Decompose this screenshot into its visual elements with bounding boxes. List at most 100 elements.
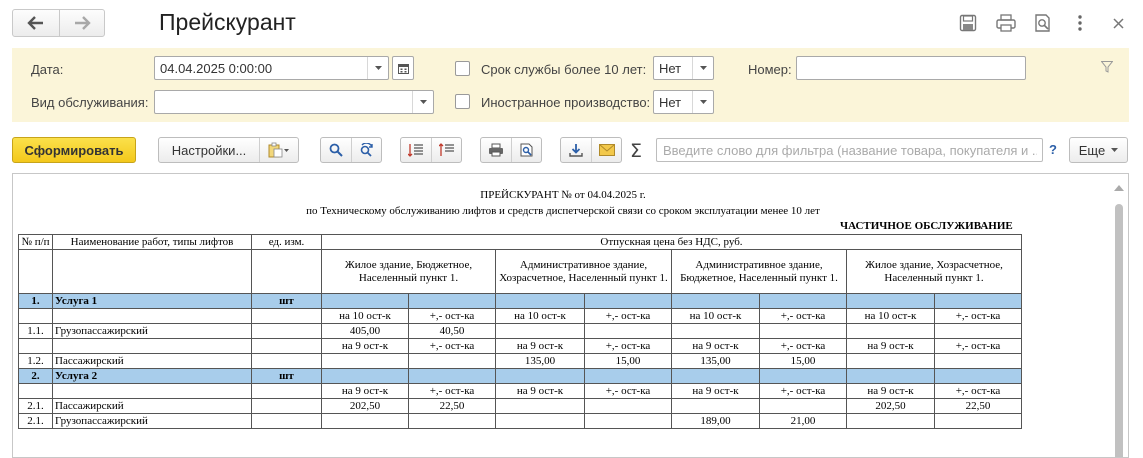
date-field[interactable]: 04.04.2025 0:00:00 bbox=[154, 56, 389, 80]
save-button[interactable] bbox=[956, 11, 980, 35]
filter-button[interactable] bbox=[1100, 61, 1114, 76]
preview-report-button[interactable] bbox=[511, 138, 541, 162]
save-icon bbox=[959, 14, 977, 32]
number-field[interactable] bbox=[796, 56, 1026, 80]
vertical-scrollbar[interactable] bbox=[1110, 174, 1128, 457]
find-next-button[interactable] bbox=[351, 138, 381, 162]
table-cell: на 10 ост-к bbox=[321, 308, 409, 324]
report-search-input[interactable]: Введите слово для фильтра (название това… bbox=[656, 138, 1043, 162]
table-cell: 202,50 bbox=[846, 398, 935, 414]
foreign-production-dropdown-button[interactable] bbox=[692, 91, 713, 113]
category-header: Административное здание, Хозрасчетное, Н… bbox=[495, 249, 672, 294]
generate-button[interactable]: Сформировать bbox=[12, 137, 136, 163]
header-name: Наименование работ, типы лифтов bbox=[52, 234, 252, 250]
service-life-select[interactable]: Нет bbox=[653, 56, 714, 80]
service-type-field[interactable] bbox=[154, 90, 434, 114]
table-cell bbox=[846, 353, 935, 369]
table-cell bbox=[671, 398, 760, 414]
vertical-dots-icon bbox=[1078, 15, 1082, 31]
table-cell bbox=[251, 338, 322, 354]
table-cell: +,- ост-ка bbox=[408, 383, 496, 399]
service-life-dropdown-button[interactable] bbox=[692, 57, 713, 79]
table-cell bbox=[251, 308, 322, 324]
table-cell: +,- ост-ка bbox=[584, 338, 672, 354]
table-cell: 1.2. bbox=[18, 353, 53, 369]
table-cell: 405,00 bbox=[321, 323, 409, 339]
search-group bbox=[320, 137, 382, 163]
expand-groups-button[interactable] bbox=[401, 138, 431, 162]
help-button[interactable]: ? bbox=[1049, 142, 1057, 157]
table-cell bbox=[584, 368, 672, 384]
close-button[interactable] bbox=[1106, 11, 1130, 35]
table-cell bbox=[584, 413, 672, 429]
settings-button[interactable]: Настройки... bbox=[159, 138, 259, 162]
more-label: Еще bbox=[1078, 142, 1106, 158]
table-cell: 22,50 bbox=[934, 398, 1022, 414]
chevron-down-icon bbox=[699, 100, 707, 104]
print-group bbox=[480, 137, 542, 163]
table-cell: на 9 ост-к bbox=[321, 383, 409, 399]
more-actions-button[interactable] bbox=[1068, 11, 1092, 35]
print-button[interactable] bbox=[994, 11, 1018, 35]
table-cell bbox=[52, 383, 252, 399]
table-cell bbox=[759, 323, 847, 339]
back-button[interactable] bbox=[13, 10, 59, 36]
table-cell bbox=[584, 293, 672, 309]
preview-button[interactable] bbox=[1031, 11, 1055, 35]
table-cell bbox=[846, 368, 935, 384]
chevron-down-icon bbox=[374, 66, 382, 70]
table-cell: Услуга 1 bbox=[52, 293, 252, 309]
date-dropdown-button[interactable] bbox=[367, 57, 388, 79]
table-cell bbox=[52, 308, 252, 324]
table-cell bbox=[934, 368, 1022, 384]
settings-group: Настройки... bbox=[158, 137, 299, 163]
table-cell bbox=[18, 308, 53, 324]
table-cell: Услуга 2 bbox=[52, 368, 252, 384]
table-cell: +,- ост-ка bbox=[408, 308, 496, 324]
foreign-production-value: Нет bbox=[659, 95, 682, 110]
table-cell: Грузопассажирский bbox=[52, 323, 252, 339]
more-button[interactable]: Еще bbox=[1069, 137, 1128, 163]
service-life-checkbox[interactable] bbox=[455, 61, 470, 76]
table-cell: 202,50 bbox=[321, 398, 409, 414]
print-report-button[interactable] bbox=[481, 138, 511, 162]
filter-panel: Дата: 04.04.2025 0:00:00 Вид обслуживани… bbox=[12, 48, 1129, 122]
header-num: № п/п bbox=[18, 234, 53, 250]
foreign-production-select[interactable]: Нет bbox=[653, 90, 714, 114]
table-cell bbox=[934, 413, 1022, 429]
table-cell: на 9 ост-к bbox=[495, 383, 585, 399]
service-life-value: Нет bbox=[659, 61, 682, 76]
table-cell: +,- ост-ка bbox=[934, 308, 1022, 324]
service-type-dropdown-button[interactable] bbox=[412, 91, 433, 113]
arrow-right-icon bbox=[74, 16, 91, 30]
category-blank bbox=[251, 249, 322, 294]
table-cell: 189,00 bbox=[671, 413, 760, 429]
header-price: Отпускная цена без НДС, руб. bbox=[321, 234, 1022, 250]
table-cell: +,- ост-ка bbox=[584, 308, 672, 324]
table-cell: 15,00 bbox=[584, 353, 672, 369]
save-report-button[interactable] bbox=[561, 138, 591, 162]
table-cell: 135,00 bbox=[671, 353, 760, 369]
find-button[interactable] bbox=[321, 138, 351, 162]
foreign-production-checkbox[interactable] bbox=[455, 94, 470, 109]
scrollbar-thumb[interactable] bbox=[1115, 204, 1123, 457]
foreign-production-label: Иностранное производство: bbox=[481, 95, 651, 110]
table-cell bbox=[321, 413, 409, 429]
collapse-groups-button[interactable] bbox=[431, 138, 461, 162]
table-cell: +,- ост-ка bbox=[934, 383, 1022, 399]
search-next-icon bbox=[360, 143, 373, 157]
table-cell: 1.1. bbox=[18, 323, 53, 339]
table-cell: на 9 ост-к bbox=[671, 338, 760, 354]
scroll-up-arrow-icon[interactable] bbox=[1114, 185, 1124, 191]
report-document[interactable]: ПРЕЙСКУРАНТ № от 04.04.2025 г. по Технич… bbox=[12, 173, 1129, 458]
sum-button[interactable]: Σ bbox=[630, 140, 642, 162]
variants-button[interactable] bbox=[259, 138, 298, 162]
calendar-button[interactable] bbox=[392, 56, 414, 80]
table-cell bbox=[251, 323, 322, 339]
table-cell: на 9 ост-к bbox=[846, 338, 935, 354]
category-header: Жилое здание, Бюджетное, Населенный пунк… bbox=[321, 249, 496, 294]
table-row: 1.1. Грузопассажирский 405,00 40,50 bbox=[18, 323, 1022, 339]
send-email-button[interactable] bbox=[591, 138, 621, 162]
forward-button[interactable] bbox=[58, 10, 105, 36]
table-cell bbox=[408, 353, 496, 369]
